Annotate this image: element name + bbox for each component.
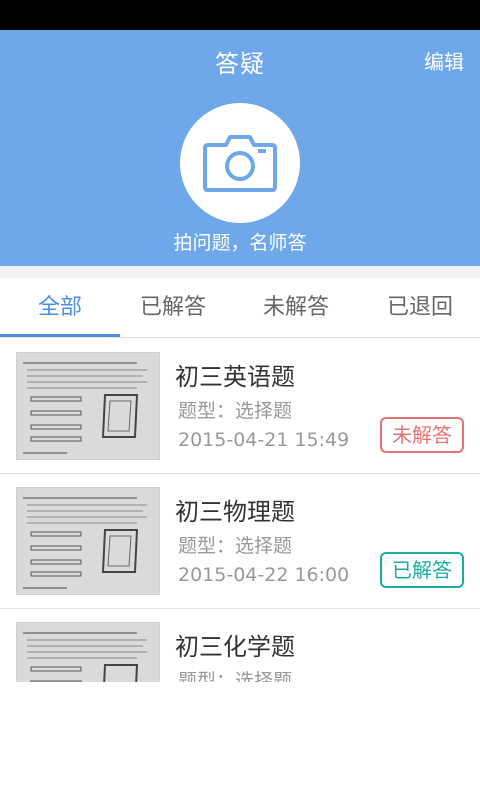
question-type: 题型：选择题 (178, 400, 293, 422)
question-type: 题型：选择题 (178, 670, 293, 682)
tab-bar: 全部 已解答 未解答 已退回 (0, 278, 480, 338)
tab-all[interactable]: 全部 (0, 278, 120, 338)
question-thumbnail (16, 622, 160, 682)
list-item[interactable]: 初三化学题 题型：选择题 (0, 609, 480, 682)
list-item[interactable]: 初三英语题 题型：选择题 2015-04-21 15:49 未解答 (0, 339, 480, 474)
question-thumbnail (16, 352, 160, 460)
header: 答疑 编辑 拍问题，名师答 (0, 30, 480, 266)
empty-area (0, 682, 480, 800)
question-list: 初三英语题 题型：选择题 2015-04-21 15:49 未解答 初三物理题 … (0, 339, 480, 682)
status-badge: 未解答 (380, 417, 464, 453)
tab-unanswered[interactable]: 未解答 (236, 278, 356, 338)
tab-active-indicator (0, 334, 120, 337)
list-item[interactable]: 初三物理题 题型：选择题 2015-04-22 16:00 已解答 (0, 474, 480, 609)
header-subtitle: 拍问题，名师答 (173, 232, 307, 254)
question-date: 2015-04-21 15:49 (178, 429, 350, 451)
question-title: 初三化学题 (175, 633, 295, 661)
question-title: 初三英语题 (175, 363, 295, 391)
question-type: 题型：选择题 (178, 535, 293, 557)
tab-returned[interactable]: 已退回 (360, 278, 480, 338)
edit-button[interactable]: 编辑 (424, 46, 464, 75)
camera-button[interactable] (180, 103, 300, 223)
status-badge: 已解答 (380, 552, 464, 588)
tab-answered[interactable]: 已解答 (113, 278, 233, 338)
question-title: 初三物理题 (175, 498, 295, 526)
question-thumbnail (16, 487, 160, 595)
question-date: 2015-04-22 16:00 (178, 564, 350, 586)
camera-icon (203, 135, 277, 192)
section-divider (0, 266, 480, 278)
page-title: 答疑 (215, 50, 265, 78)
status-bar (0, 0, 480, 30)
